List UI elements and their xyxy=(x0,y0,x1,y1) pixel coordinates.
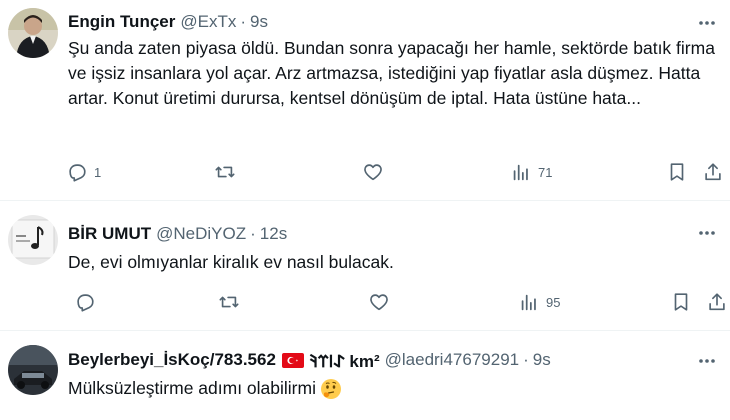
tweet-actions: 95 xyxy=(66,288,726,316)
share-button[interactable] xyxy=(706,288,728,316)
retweet-button[interactable] xyxy=(218,288,246,316)
tweet-header: Engin Tunçer @ExTx · 9s xyxy=(68,10,268,34)
author-name[interactable]: Engin Tunçer xyxy=(68,12,175,32)
like-button[interactable] xyxy=(362,158,390,186)
separator-dot: · xyxy=(523,350,529,369)
tweet-text: Şu anda zaten piyasa öldü. Bundan sonra … xyxy=(68,38,715,108)
view-count: 95 xyxy=(546,294,561,310)
bookmark-icon xyxy=(670,163,684,181)
more-icon[interactable] xyxy=(696,12,718,34)
tweet-body: Mülksüzleştirme adımı olabilirmi xyxy=(68,376,718,401)
like-icon xyxy=(370,294,388,311)
views-button[interactable]: 95 xyxy=(518,288,560,316)
bookmark-button[interactable] xyxy=(670,288,692,316)
avatar[interactable] xyxy=(8,8,58,58)
reply-count: 1 xyxy=(94,164,102,180)
thinking-face-emoji xyxy=(320,378,342,400)
tweet-actions: 1 71 xyxy=(66,158,726,186)
separator-dot: · xyxy=(240,12,247,31)
reply-button[interactable]: 1 xyxy=(66,158,101,186)
share-icon xyxy=(705,163,721,181)
more-icon[interactable] xyxy=(696,222,718,244)
author-name[interactable]: Beylerbeyi_İsKoç/783.562 xyxy=(68,350,276,370)
share-icon xyxy=(709,293,725,311)
timestamp[interactable]: 9s xyxy=(250,12,268,32)
retweet-icon xyxy=(219,296,239,308)
reply-icon xyxy=(77,294,94,312)
author-name-suffix: 𐰀𐰾𐰼𐰚 km² xyxy=(309,351,380,371)
views-button[interactable]: 71 xyxy=(510,158,552,186)
turkey-flag-icon xyxy=(281,352,304,368)
tweet-1[interactable]: Engin Tunçer @ExTx · 9s Şu anda zaten pi… xyxy=(0,0,730,200)
avatar[interactable] xyxy=(8,345,58,395)
separator-dot: · xyxy=(250,224,256,243)
bookmark-button[interactable] xyxy=(666,158,688,186)
author-handle[interactable]: @laedri47679291 xyxy=(385,350,519,370)
bookmark-icon xyxy=(674,293,688,311)
tweet-header: Beylerbeyi_İsKoç/783.562 𐰀𐰾𐰼𐰚 km² @laedr… xyxy=(68,348,551,372)
author-handle[interactable]: @ExTx xyxy=(180,12,236,32)
author-name[interactable]: BİR UMUT xyxy=(68,224,151,244)
retweet-button[interactable] xyxy=(214,158,242,186)
reply-button[interactable] xyxy=(74,288,102,316)
like-button[interactable] xyxy=(368,288,396,316)
share-button[interactable] xyxy=(702,158,724,186)
divider xyxy=(0,330,730,331)
views-icon xyxy=(513,164,528,181)
retweet-icon xyxy=(215,166,235,178)
tweet-header: BİR UMUT @NeDiYOZ · 12s xyxy=(68,222,287,246)
avatar[interactable] xyxy=(8,215,58,265)
author-handle[interactable]: @NeDiYOZ xyxy=(156,224,246,244)
timestamp[interactable]: 12s xyxy=(260,224,287,244)
view-count: 71 xyxy=(538,164,553,180)
more-icon[interactable] xyxy=(696,350,718,372)
like-icon xyxy=(364,164,382,181)
timestamp[interactable]: 9s xyxy=(533,350,551,370)
reply-icon xyxy=(69,164,86,182)
tweet-text: Mülksüzleştirme adımı olabilirmi xyxy=(68,378,316,398)
tweet-text: De, evi olmıyanlar kiralık ev nasıl bula… xyxy=(68,252,394,272)
views-icon xyxy=(521,294,536,311)
